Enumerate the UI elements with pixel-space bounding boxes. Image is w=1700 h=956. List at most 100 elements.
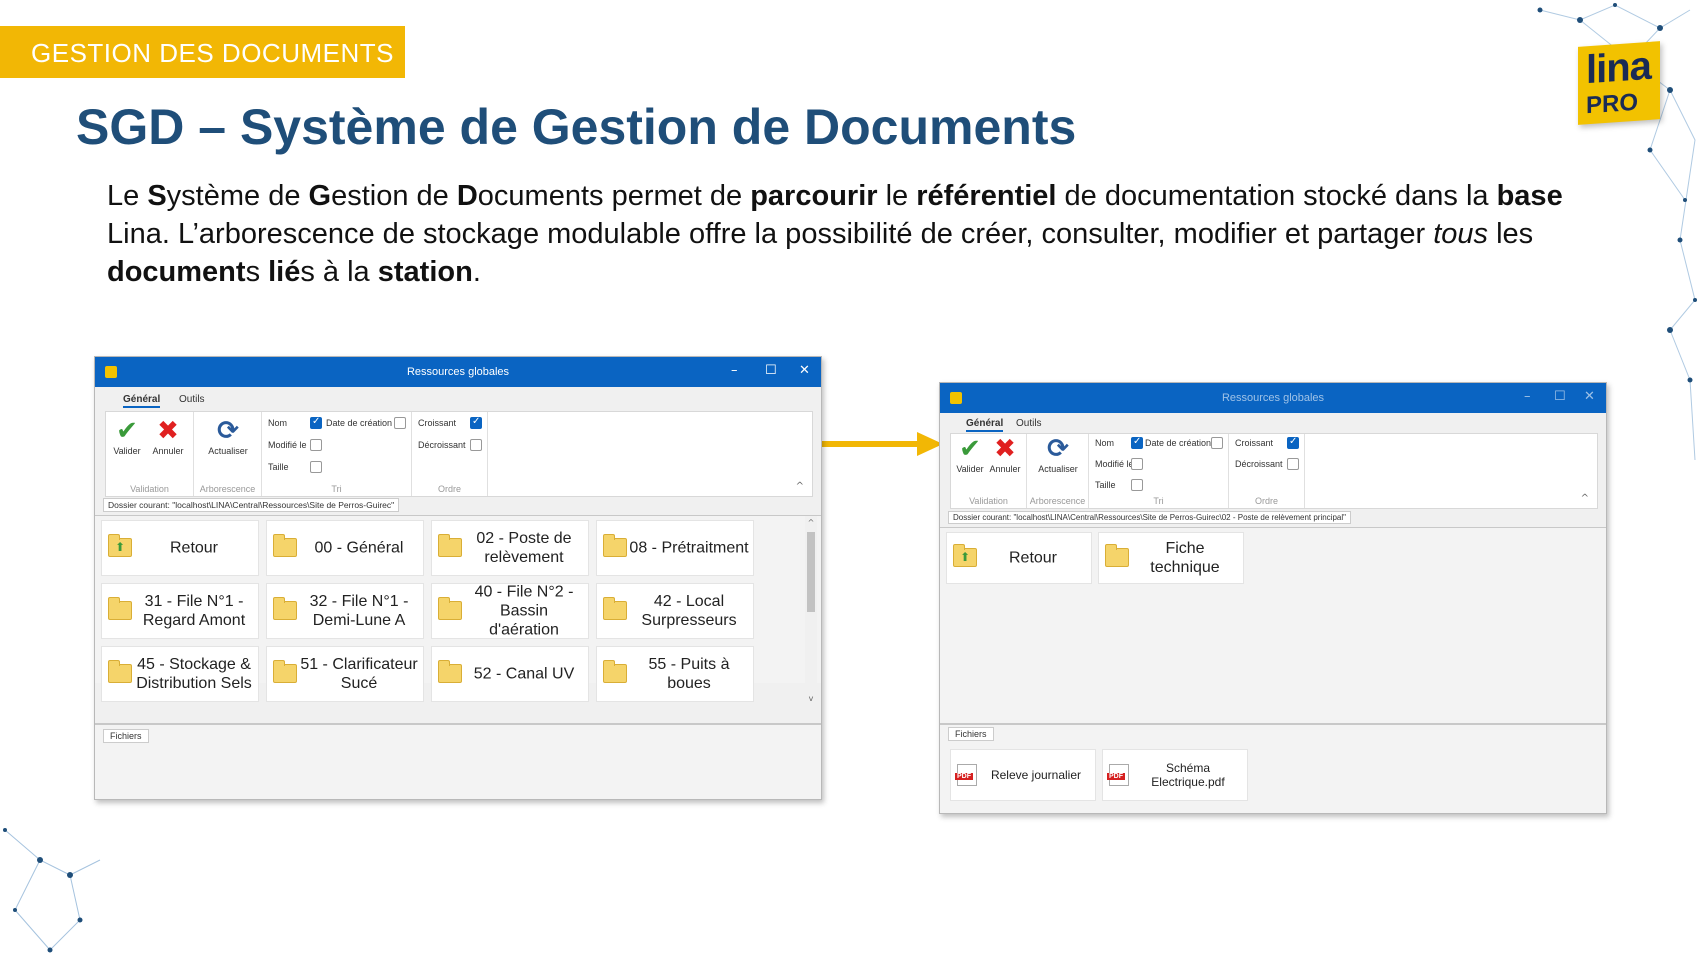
folder-tile-retour[interactable]: Retour (946, 532, 1092, 584)
intro-emphasis: lié (268, 256, 301, 288)
group-tree: ⟳ Actualiser Arborescence (194, 412, 262, 496)
sort-size-checkbox[interactable] (1131, 479, 1143, 491)
folder-tile-retour[interactable]: Retour (101, 520, 259, 576)
sort-created-checkbox[interactable] (394, 417, 406, 429)
folder-tile[interactable]: 51 - Clarificateur Sucé (266, 646, 424, 702)
section-banner-text: GESTION DES DOCUMENTS (31, 38, 394, 68)
folder-icon (273, 597, 297, 620)
intro-emphasis: D (456, 180, 478, 212)
sort-size-label: Taille (1095, 480, 1116, 490)
sort-modified-checkbox[interactable] (310, 439, 322, 451)
scroll-down-arrow[interactable]: v (805, 694, 817, 703)
ribbon-tabs: Général Outils (940, 418, 1606, 432)
order-desc-label: Décroissant (418, 440, 466, 450)
minimize-button[interactable]: – (1524, 389, 1531, 404)
intro-text: ystème de (166, 180, 309, 212)
pdf-icon (955, 764, 977, 786)
scroll-thumb[interactable] (807, 532, 815, 612)
intro-emphasis: G (308, 180, 332, 212)
maximize-button[interactable]: ☐ (1554, 389, 1566, 404)
folder-tile[interactable]: 52 - Canal UV (431, 646, 589, 702)
collapse-ribbon-button[interactable]: ^ (1581, 493, 1589, 504)
refresh-button[interactable]: ⟳ Actualiser (202, 416, 254, 456)
group-sort: Nom Date de création Modifié le Taille T… (262, 412, 412, 496)
ribbon-tabs: Général Outils (95, 394, 821, 408)
files-panel: Fichiers (95, 723, 821, 799)
folder-scrollbar[interactable]: ^ v (805, 516, 817, 710)
group-label: Tri (1153, 496, 1164, 506)
files-tab[interactable]: Fichiers (948, 727, 994, 741)
order-asc-checkbox[interactable] (470, 416, 482, 429)
intro-text: . (472, 256, 481, 288)
folder-tile[interactable]: 45 - Stockage & Distribution Sels (101, 646, 259, 702)
sort-size-checkbox[interactable] (310, 461, 322, 473)
intro-text: s (245, 256, 269, 288)
folder-label: 02 - Poste de relèvement (476, 530, 572, 566)
lina-pro-logo: lina PRO (1578, 41, 1660, 125)
cross-icon: ✖ (994, 434, 1016, 464)
refresh-button[interactable]: ⟳ Actualiser (1033, 434, 1083, 474)
folder-tile[interactable]: 42 - Local Surpresseurs (596, 583, 754, 639)
folder-label: Retour (169, 539, 219, 557)
intro-emphasis: station (377, 256, 473, 288)
folder-tile[interactable]: 31 - File N°1 - Regard Amont (101, 583, 259, 639)
folder-tile[interactable]: 08 - Prétraitment (596, 520, 754, 576)
order-desc-checkbox[interactable] (1287, 458, 1299, 470)
sort-name-checkbox[interactable] (310, 416, 322, 429)
validate-button[interactable]: ✔ Valider (955, 434, 985, 474)
intro-emphasis: parcourir (750, 180, 878, 212)
close-button[interactable]: ✕ (1584, 389, 1595, 404)
group-label: Tri (331, 484, 342, 494)
tab-outils[interactable]: Outils (179, 394, 205, 405)
folder-tile[interactable]: 02 - Poste de relèvement (431, 520, 589, 576)
group-label: Arborescence (1029, 496, 1086, 506)
folder-tile[interactable]: Fiche technique (1098, 532, 1244, 584)
group-label: Validation (969, 496, 1008, 506)
minimize-button[interactable]: – (731, 363, 738, 378)
group-label: Ordre (437, 484, 461, 494)
maximize-button[interactable]: ☐ (765, 363, 777, 378)
sort-name-checkbox[interactable] (1131, 436, 1143, 449)
order-desc-checkbox[interactable] (470, 439, 482, 451)
resources-window-left: Ressources globales – ☐ ✕ Général Outils… (94, 356, 822, 800)
intro-text: le (877, 180, 917, 212)
folder-tile[interactable]: 40 - File N°2 - Bassin d'aération (431, 583, 589, 639)
refresh-label: Actualiser (1038, 464, 1078, 474)
intro-text: estion de (331, 180, 457, 212)
file-tile[interactable]: Schéma Electrique.pdf (1102, 749, 1248, 801)
order-asc-label: Croissant (1235, 438, 1274, 448)
intro-paragraph: Le Système de Gestion de Documents perme… (107, 177, 1587, 291)
logo-text-lina: lina (1586, 43, 1651, 93)
file-label: Schéma Electrique.pdf (1151, 761, 1225, 789)
sort-modified-label: Modifié le (1095, 459, 1134, 469)
folder-label: Retour (1008, 549, 1058, 567)
sort-modified-checkbox[interactable] (1131, 458, 1143, 470)
cancel-button[interactable]: ✖ Annuler (987, 434, 1023, 474)
tab-general[interactable]: Général (966, 418, 1004, 432)
file-tile[interactable]: Releve journalier (950, 749, 1096, 801)
intro-text: s à la (300, 256, 378, 288)
folder-label: 31 - File N°1 - Regard Amont (142, 593, 246, 629)
folder-tile[interactable]: 55 - Puits à boues (596, 646, 754, 702)
tab-general[interactable]: Général (123, 394, 161, 408)
files-tab[interactable]: Fichiers (103, 729, 149, 743)
validate-label: Valider (113, 446, 141, 456)
sort-created-checkbox[interactable] (1211, 437, 1223, 449)
file-label: Releve journalier (990, 768, 1082, 782)
folder-tile[interactable]: 32 - File N°1 - Demi-Lune A (266, 583, 424, 639)
collapse-ribbon-button[interactable]: ^ (796, 481, 804, 492)
folder-label: 40 - File N°2 - Bassin d'aération (474, 583, 574, 639)
scroll-up-arrow[interactable]: ^ (805, 518, 817, 527)
group-validation: ✔ Valider ✖ Annuler Validation (106, 412, 194, 496)
order-asc-checkbox[interactable] (1287, 436, 1299, 449)
close-button[interactable]: ✕ (799, 363, 810, 378)
cancel-button[interactable]: ✖ Annuler (150, 416, 186, 456)
validate-button[interactable]: ✔ Valider (112, 416, 142, 456)
resources-window-right: Ressources globales – ☐ ✕ Général Outils… (939, 382, 1607, 814)
folder-icon (273, 534, 297, 557)
folder-icon (108, 660, 132, 683)
tab-outils[interactable]: Outils (1016, 418, 1042, 429)
folder-icon (438, 534, 462, 557)
folder-icon (1105, 544, 1129, 567)
folder-tile[interactable]: 00 - Général (266, 520, 424, 576)
